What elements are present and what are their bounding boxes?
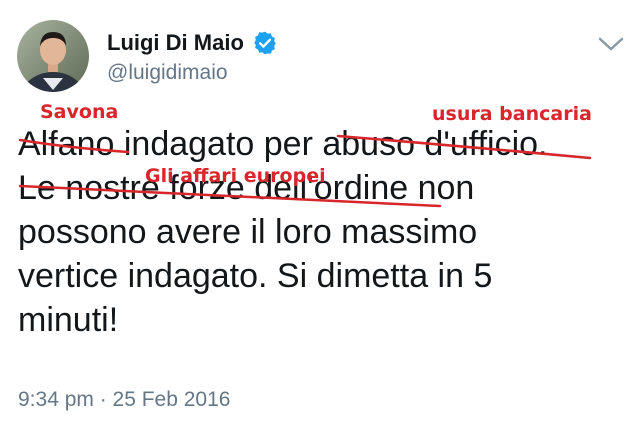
- tweet-timestamp[interactable]: 9:34 pm · 25 Feb 2016: [18, 388, 230, 412]
- author-handle[interactable]: @luigidimaio: [107, 61, 228, 85]
- annotation-usura: usura bancaria: [432, 103, 592, 125]
- avatar[interactable]: [17, 20, 89, 92]
- tweet-line: Alfano indagato per abuso d'ufficio.: [18, 125, 548, 163]
- annotation-affari: Gli affari europei: [145, 165, 326, 187]
- tweet-text: Alfano indagato per abuso d'ufficio. Le …: [18, 122, 628, 342]
- author-name[interactable]: Luigi Di Maio: [107, 30, 244, 56]
- tweet-line: minuti!: [18, 301, 119, 339]
- verified-badge-icon: [252, 30, 278, 56]
- annotation-savona: Savona: [40, 101, 119, 123]
- tweet-line: possono avere il loro massimo: [18, 213, 478, 251]
- author-name-row: Luigi Di Maio: [107, 30, 278, 56]
- tweet-line: vertice indagato. Si dimetta in 5: [18, 257, 493, 295]
- avatar-photo: [17, 20, 89, 92]
- tweet-card: Luigi Di Maio @luigidimaio Alfano indaga…: [0, 0, 640, 432]
- chevron-down-icon[interactable]: [596, 34, 626, 54]
